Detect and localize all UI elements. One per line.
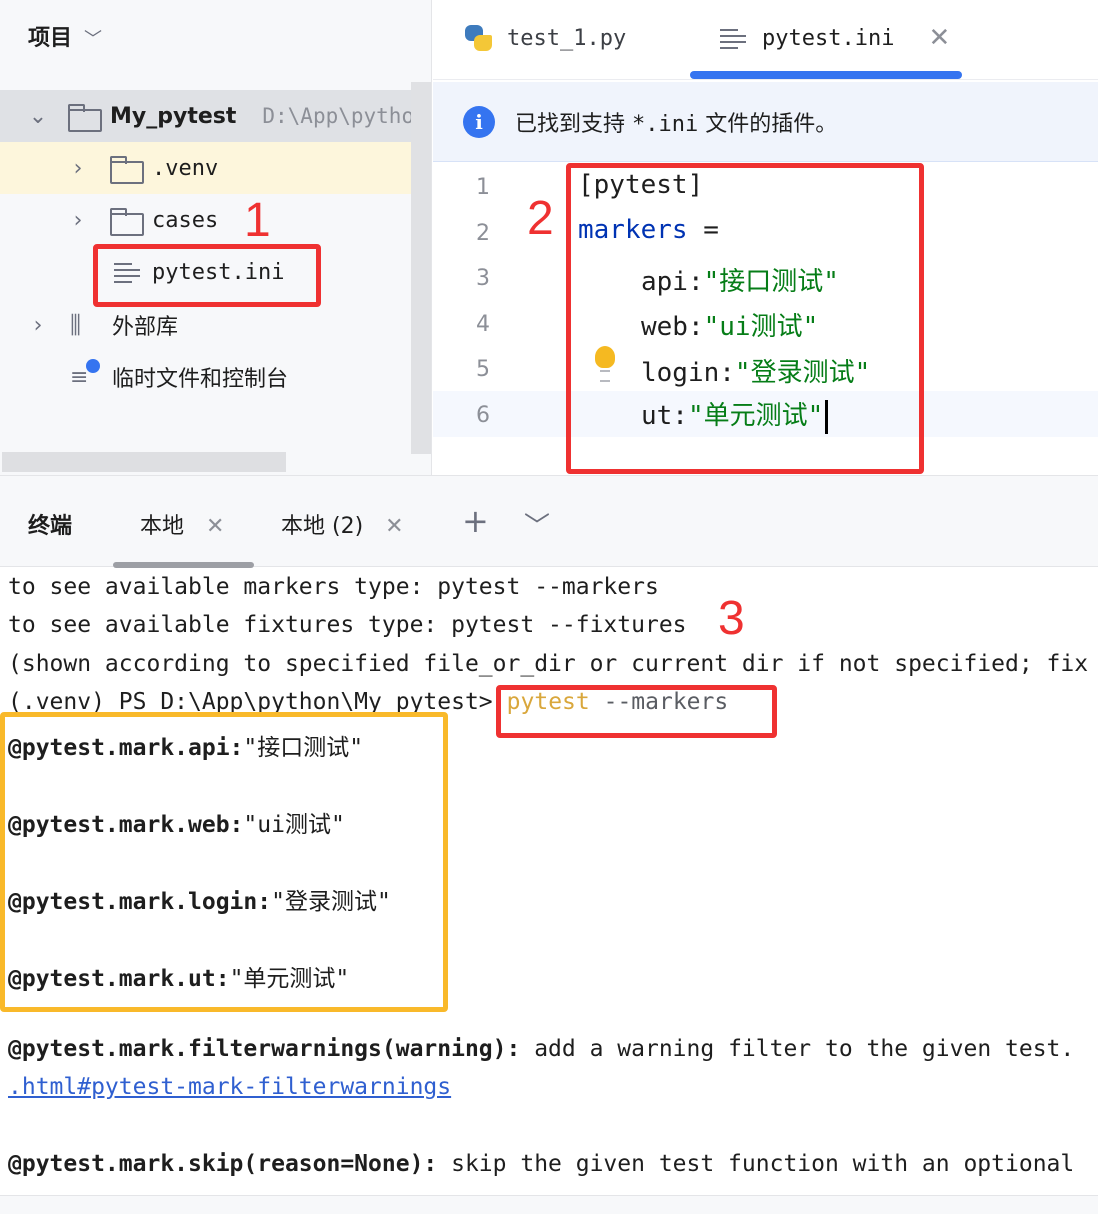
folder-icon <box>110 208 144 236</box>
annotation-number-3: 3 <box>718 592 745 645</box>
docs-link[interactable]: .html#pytest-mark-filterwarnings <box>8 1074 451 1100</box>
vertical-scrollbar[interactable] <box>411 82 431 454</box>
folder-icon <box>68 104 102 132</box>
tree-root-path: D:\App\python\ <box>262 104 432 128</box>
tree-item-venv[interactable]: › .venv <box>0 142 431 194</box>
tree-item-label: cases <box>152 207 219 233</box>
chevron-down-icon[interactable]: ⌄ <box>28 104 48 129</box>
line-number: 1 <box>476 175 490 200</box>
horizontal-scrollbar[interactable] <box>2 452 286 472</box>
terminal-tab-local[interactable]: 本地 ✕ <box>140 508 224 540</box>
terminal-header: 终端 本地 ✕ 本地 (2) ✕ + ﹀ <box>0 475 1098 568</box>
marker-line-skip: @pytest.mark.skip(reason=None): skip the… <box>8 1151 1075 1177</box>
terminal-line: to see available markers type: pytest --… <box>8 574 659 600</box>
line-number: 4 <box>476 312 490 337</box>
add-tab-icon[interactable]: + <box>462 502 489 540</box>
tab-test-1-py[interactable]: test_1.py <box>463 18 626 58</box>
annotation-box-3 <box>496 685 777 738</box>
project-panel-title: 项目 <box>28 26 73 51</box>
notification-text: 已找到支持 *.ini 文件的插件。 <box>515 111 838 137</box>
terminal-line: (shown according to specified file_or_di… <box>8 651 1089 677</box>
chevron-right-icon[interactable]: › <box>68 208 88 233</box>
line-number: 6 <box>476 403 490 428</box>
chevron-down-icon[interactable]: ﹀ <box>84 29 102 50</box>
tree-item-label: 临时文件和控制台 <box>112 367 289 392</box>
close-icon[interactable]: ✕ <box>385 514 403 539</box>
chevron-down-icon[interactable]: ﹀ <box>524 506 550 543</box>
annotation-box-2 <box>566 163 924 474</box>
folder-icon <box>110 156 144 184</box>
chevron-right-icon[interactable]: › <box>68 156 88 181</box>
line-number: 2 <box>476 221 490 246</box>
plugin-notification-bar: i 已找到支持 *.ini 文件的插件。 <box>433 82 1098 162</box>
info-icon: i <box>463 105 495 138</box>
terminal-tab-local-2[interactable]: 本地 (2) ✕ <box>281 508 404 540</box>
tree-item-scratches[interactable]: ≡ 临时文件和控制台 <box>0 351 431 403</box>
annotation-number-2: 2 <box>527 192 554 245</box>
line-number: 5 <box>476 357 490 382</box>
library-icon: ⫼ <box>70 311 82 339</box>
line-number: 3 <box>476 266 490 291</box>
close-icon[interactable]: ✕ <box>206 514 224 539</box>
python-icon <box>463 23 493 53</box>
active-tab-indicator <box>690 71 962 79</box>
scratch-console-icon: ≡ <box>70 358 100 390</box>
tree-item-label: 外部库 <box>112 315 179 340</box>
tab-label: pytest.ini <box>762 25 895 51</box>
tab-pytest-ini[interactable]: pytest.ini ✕ <box>720 18 950 58</box>
tree-root-label: My_pytest <box>110 103 237 129</box>
chevron-right-icon[interactable]: › <box>28 313 48 338</box>
annotation-box-markers <box>0 712 448 1012</box>
terminal-title: 终端 <box>28 514 73 539</box>
project-panel-header[interactable]: 项目 ﹀ <box>28 20 102 52</box>
tree-item-cases[interactable]: › cases <box>0 194 431 246</box>
project-panel: 项目 ﹀ ⌄ My_pytest D:\App\python\ › .venv ›… <box>0 0 432 475</box>
marker-line-filterwarnings: @pytest.mark.filterwarnings(warning): ad… <box>8 1036 1075 1062</box>
tree-item-label: .venv <box>152 155 219 181</box>
editor-tab-bar: test_1.py pytest.ini ✕ <box>433 0 1098 80</box>
tree-root-my-pytest[interactable]: ⌄ My_pytest D:\App\python\ <box>0 90 432 142</box>
annotation-number-1: 1 <box>244 194 271 247</box>
annotation-box-1 <box>93 244 321 307</box>
horizontal-scrollbar[interactable] <box>0 1195 1098 1214</box>
ini-file-icon <box>720 27 746 49</box>
terminal-line: to see available fixtures type: pytest -… <box>8 612 687 638</box>
close-icon[interactable]: ✕ <box>928 23 950 53</box>
tab-label: test_1.py <box>507 25 627 51</box>
